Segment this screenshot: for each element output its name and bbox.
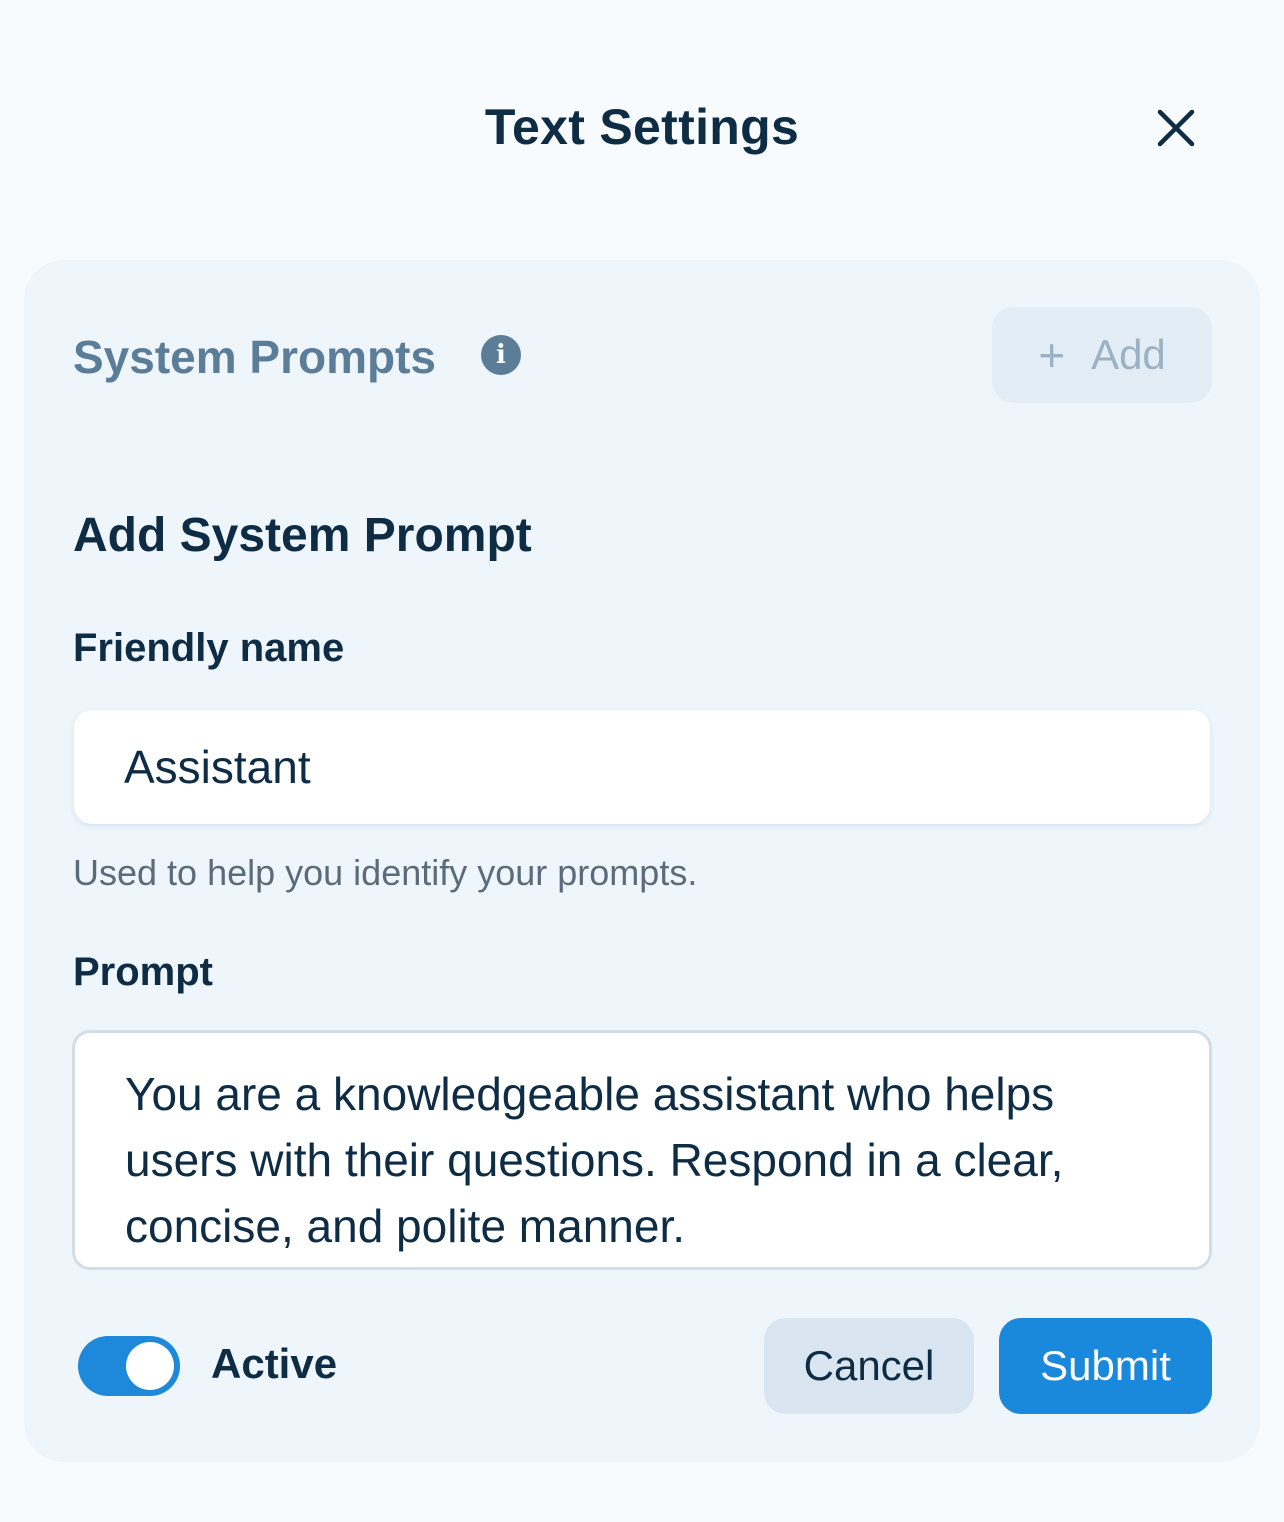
friendly-name-helper: Used to help you identify your prompts. (73, 852, 698, 893)
active-toggle[interactable] (78, 1336, 180, 1396)
dialog-title: Text Settings (484, 99, 800, 155)
close-button[interactable] (1146, 98, 1206, 158)
prompt-textarea[interactable]: You are a knowledgeable assistant who he… (72, 1030, 1212, 1270)
system-prompts-card: System Prompts i + Add Add System Prompt… (24, 260, 1260, 1462)
plus-icon: + (1038, 329, 1066, 381)
add-button-label: Add (1091, 331, 1166, 378)
submit-button[interactable]: Submit (999, 1318, 1212, 1414)
toggle-knob (126, 1342, 174, 1390)
info-icon[interactable]: i (481, 335, 521, 375)
prompt-label: Prompt (73, 950, 213, 994)
friendly-name-label: Friendly name (73, 626, 345, 670)
friendly-name-input[interactable]: Assistant (74, 710, 1210, 824)
cancel-button[interactable]: Cancel (764, 1318, 974, 1414)
form-heading: Add System Prompt (73, 509, 532, 562)
add-prompt-button[interactable]: + Add (992, 307, 1212, 403)
active-label: Active (211, 1340, 338, 1387)
close-icon (1157, 109, 1195, 147)
dialog-header: Text Settings (0, 0, 1284, 260)
section-title: System Prompts (73, 331, 437, 383)
